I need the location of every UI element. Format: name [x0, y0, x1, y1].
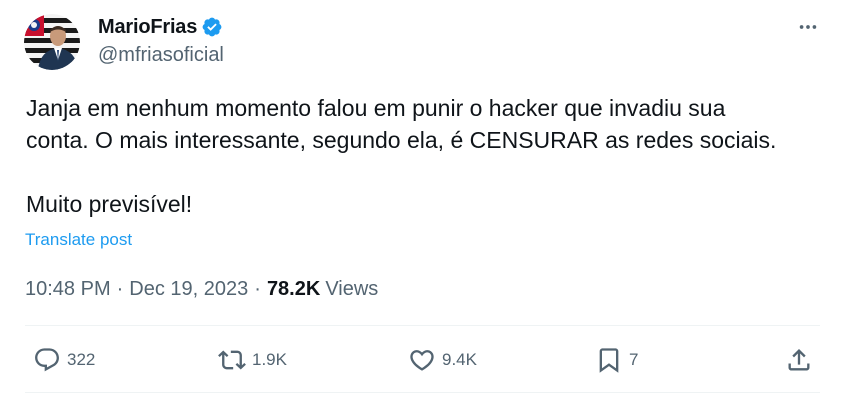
- reply-count: 322: [67, 350, 96, 369]
- post-date[interactable]: Dec 19, 2023: [129, 278, 248, 301]
- views-count: 78.2K: [266, 278, 321, 300]
- post-time[interactable]: 10:48 PM: [25, 278, 111, 301]
- bookmark-count: 7: [629, 350, 639, 369]
- heart-icon: [410, 350, 434, 371]
- reply-button[interactable]: 322: [33, 340, 95, 380]
- repost-icon: [218, 350, 246, 370]
- author-info: MarioFrias @mfriasoficial: [98, 14, 224, 67]
- share-button[interactable]: [785, 340, 813, 380]
- display-name[interactable]: MarioFrias: [98, 16, 197, 39]
- divider: [25, 325, 820, 326]
- more-dots-icon: [799, 25, 817, 29]
- like-button[interactable]: 9.4K: [408, 340, 477, 380]
- share-icon: [788, 349, 810, 371]
- post-text: Janja em nenhum momento falou em punir o…: [26, 92, 816, 220]
- repost-button[interactable]: 1.9K: [218, 340, 287, 380]
- action-bar: 322 1.9K 9.4K 7: [25, 340, 820, 380]
- post-text-line: conta. O mais interessante, segundo ela,…: [26, 127, 777, 153]
- bookmark-button[interactable]: 7: [595, 340, 638, 380]
- post-text-line: Muito previsível!: [26, 191, 193, 217]
- verified-badge-icon: [202, 17, 222, 37]
- meta-separator: ·: [116, 278, 124, 300]
- handle[interactable]: @mfriasoficial: [98, 44, 224, 67]
- meta-separator: ·: [254, 278, 261, 300]
- post-meta: 10:48 PM · Dec 19, 2023 · 78.2K Views: [25, 278, 378, 301]
- profile-photo-icon: [24, 14, 80, 70]
- repost-count: 1.9K: [252, 350, 287, 369]
- more-options-button[interactable]: [793, 12, 823, 42]
- views-label: Views: [325, 278, 379, 300]
- translate-post-link[interactable]: Translate post: [25, 230, 132, 250]
- bookmark-icon: [599, 348, 619, 373]
- divider: [25, 392, 820, 393]
- reply-icon: [35, 348, 59, 372]
- name-row: MarioFrias: [98, 14, 224, 40]
- avatar[interactable]: [24, 14, 80, 70]
- post-text-line: Janja em nenhum momento falou em punir o…: [26, 95, 726, 121]
- like-count: 9.4K: [442, 350, 477, 369]
- tweet-card: MarioFrias @mfriasoficial Janja em nenhu…: [0, 0, 845, 411]
